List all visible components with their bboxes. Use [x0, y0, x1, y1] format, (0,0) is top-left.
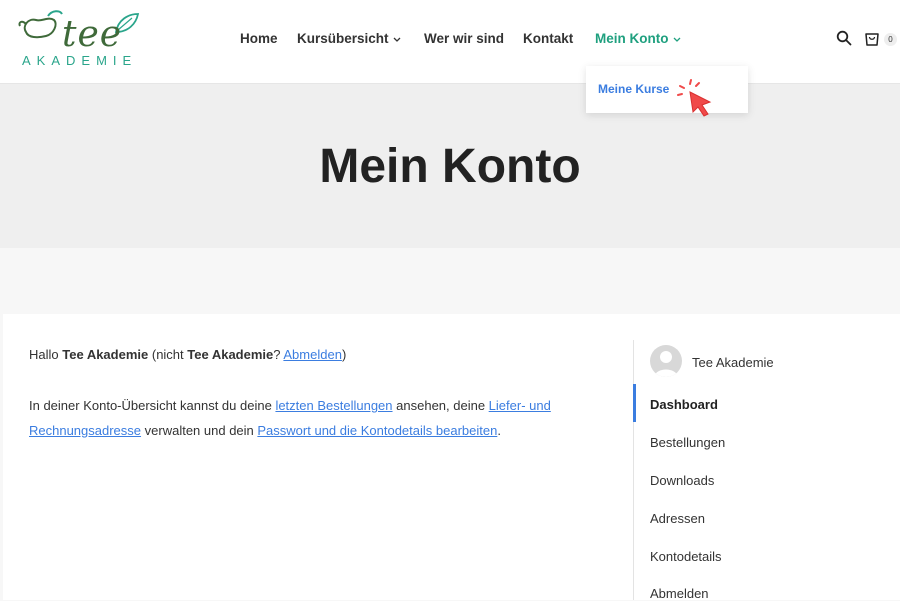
- nav-kursuebersicht[interactable]: Kursübersicht: [297, 31, 401, 46]
- overview-text-4: .: [497, 423, 501, 438]
- greeting-name-2: Tee Akademie: [187, 347, 274, 362]
- account-nav-abmelden[interactable]: Abmelden: [650, 586, 709, 601]
- user-avatar-icon: [654, 351, 678, 377]
- nav-wer-wir-sind[interactable]: Wer wir sind: [424, 31, 504, 46]
- overview-text-3: verwalten und dein: [141, 423, 258, 438]
- account-navigation: Tee Akademie Dashboard Bestellungen Down…: [633, 340, 900, 601]
- overview-text-2: ansehen, deine: [392, 398, 489, 413]
- nav-kontakt[interactable]: Kontakt: [523, 31, 573, 46]
- site-header: tee AKADEMIE Home Kursübersicht Wer wir …: [0, 0, 900, 84]
- greeting-prefix: Hallo: [29, 347, 63, 362]
- greeting-paragraph: Hallo Tee Akademie (nicht Tee Akademie? …: [29, 342, 609, 367]
- greeting-close: ): [341, 347, 347, 362]
- search-icon[interactable]: [836, 30, 852, 46]
- account-details-link[interactable]: Passwort und die Kontodetails bearbeiten: [257, 423, 497, 438]
- page-title: Mein Konto: [319, 140, 581, 193]
- account-nav-bestellungen[interactable]: Bestellungen: [650, 435, 725, 450]
- nav-mein-konto[interactable]: Mein Konto: [595, 31, 681, 46]
- active-indicator: [633, 384, 636, 422]
- cart-count-badge: 0: [884, 33, 897, 46]
- page-hero: Mein Konto: [0, 84, 900, 248]
- nav-home[interactable]: Home: [240, 31, 278, 46]
- account-nav-dashboard[interactable]: Dashboard: [650, 397, 718, 412]
- cursor-click-icon: [677, 79, 712, 117]
- logout-link[interactable]: Abmelden: [283, 347, 342, 362]
- account-nav-downloads[interactable]: Downloads: [650, 473, 714, 488]
- nav-kursuebersicht-label: Kursübersicht: [297, 31, 389, 46]
- greeting-mid: (nicht: [148, 347, 188, 362]
- account-nav-kontodetails[interactable]: Kontodetails: [650, 549, 722, 564]
- chevron-down-icon: [673, 37, 680, 42]
- avatar: [650, 345, 682, 377]
- greeting-question: ?: [273, 347, 284, 362]
- account-content: Hallo Tee Akademie (nicht Tee Akademie? …: [3, 314, 900, 601]
- dropdown-item-meine-kurse[interactable]: Meine Kurse: [598, 82, 669, 96]
- account-dashboard-text: Hallo Tee Akademie (nicht Tee Akademie? …: [29, 342, 609, 443]
- overview-text-1: In deiner Konto-Übersicht kannst du dein…: [29, 398, 276, 413]
- main-nav: Home Kursübersicht Wer wir sind Kontakt …: [0, 0, 900, 78]
- nav-mein-konto-label: Mein Konto: [595, 31, 669, 46]
- chevron-down-icon: [393, 37, 400, 42]
- account-nav-adressen[interactable]: Adressen: [650, 511, 705, 526]
- mein-konto-dropdown: Meine Kurse: [586, 66, 748, 113]
- account-user-name: Tee Akademie: [692, 355, 774, 370]
- recent-orders-link[interactable]: letzten Bestellungen: [275, 398, 392, 413]
- cart-icon[interactable]: [864, 30, 880, 47]
- overview-paragraph: In deiner Konto-Übersicht kannst du dein…: [29, 393, 609, 443]
- greeting-name: Tee Akademie: [62, 347, 149, 362]
